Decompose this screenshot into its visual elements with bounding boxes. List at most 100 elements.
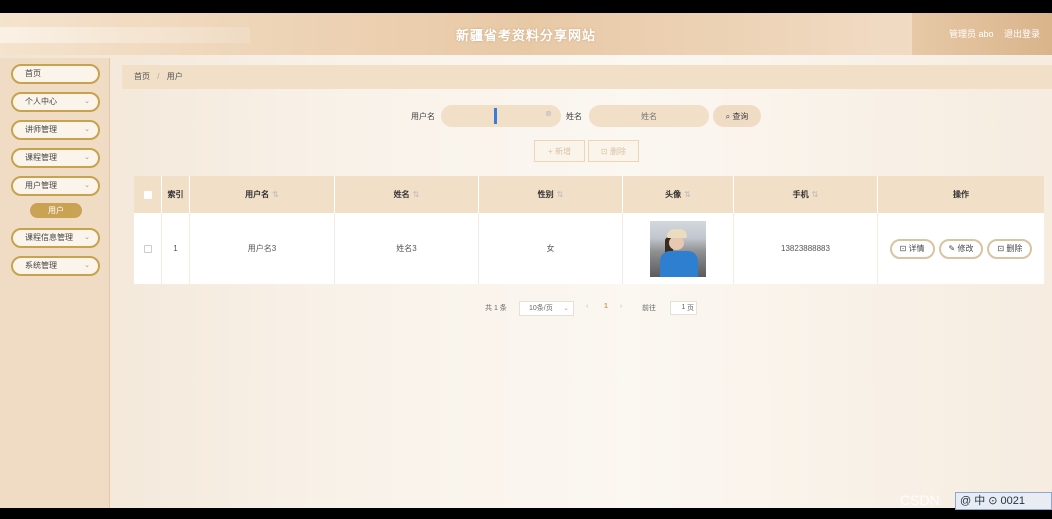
cell-avatar	[623, 213, 734, 284]
sidebar-subitem-users[interactable]: 用户	[30, 203, 82, 218]
select-all-checkbox[interactable]	[143, 190, 152, 199]
sort-icon[interactable]: ⇅	[684, 190, 691, 199]
search-icon: ⌕	[725, 111, 731, 121]
table-header: 索引 用户名 ⇅ 姓名 ⇅ 性别 ⇅ 头像 ⇅ 手机 ⇅ 操作	[134, 176, 1044, 213]
avatar-hat	[667, 228, 687, 238]
sidebar-item-label: 课程信息管理	[25, 233, 73, 242]
delete-button-label: 删除	[609, 146, 626, 156]
column-header-label: 姓名	[393, 190, 410, 199]
watermark: CSDN	[900, 492, 940, 508]
avatar-face	[669, 235, 684, 250]
breadcrumb-separator: /	[157, 72, 160, 81]
user-label: 管理员 abo	[948, 29, 994, 39]
next-page-icon[interactable]: ›	[620, 303, 622, 310]
chevron-down-icon: ⌄	[84, 126, 90, 133]
trash-icon: ⊡	[601, 146, 608, 156]
pagination-total: 共 1 条	[485, 305, 507, 312]
sort-icon[interactable]: ⇅	[272, 190, 279, 199]
add-button-label: 新增	[554, 146, 571, 156]
chevron-down-icon: ⌄	[563, 305, 569, 312]
sidebar-item-course-info-management[interactable]: 课程信息管理 ⌄	[11, 228, 100, 248]
chevron-down-icon: ⌄	[84, 98, 90, 105]
page-unit-label: 页	[687, 305, 694, 312]
page-size-value: 10条/页	[529, 305, 553, 312]
cell-name: 姓名3	[335, 213, 479, 284]
sidebar-item-lecturer-management[interactable]: 讲师管理 ⌄	[11, 120, 100, 140]
plus-icon: +	[548, 146, 553, 156]
chevron-down-icon: ⌄	[84, 234, 90, 241]
column-header-name[interactable]: 姓名 ⇅	[335, 176, 479, 213]
name-input[interactable]	[589, 105, 709, 127]
column-header-avatar[interactable]: 头像 ⇅	[623, 176, 734, 213]
goto-label: 前往	[642, 305, 656, 312]
sidebar-item-home[interactable]: 首页	[11, 64, 100, 84]
column-header-actions: 操作	[953, 190, 969, 199]
detail-icon: ⊡	[899, 244, 907, 253]
column-header-phone[interactable]: 手机 ⇅	[734, 176, 878, 213]
system-tray: @ 中 ⊙ 0021	[955, 492, 1052, 510]
chevron-down-icon: ⌄	[84, 182, 90, 189]
column-header-label: 头像	[665, 190, 682, 199]
sidebar-item-label: 讲师管理	[25, 125, 57, 134]
header: 新疆省考资料分享网站 管理员 abo 退出登录	[0, 13, 1052, 55]
column-header-label: 性别	[537, 190, 554, 199]
cell-index: 1	[162, 213, 190, 284]
sidebar-item-label: 个人中心	[25, 97, 57, 106]
username-label: 用户名	[411, 112, 435, 121]
sidebar: 首页 个人中心 ⌄ 讲师管理 ⌄ 课程管理 ⌄ 用户管理 ⌄ 用户 课程信息管理…	[0, 58, 110, 508]
sidebar-item-user-management[interactable]: 用户管理 ⌄	[11, 176, 100, 196]
column-header-label: 手机	[792, 190, 809, 199]
chevron-down-icon: ⌄	[84, 154, 90, 161]
row-delete-button[interactable]: ⊡ 删除	[987, 238, 1033, 259]
column-header-username[interactable]: 用户名 ⇅	[190, 176, 335, 213]
column-header-label: 用户名	[245, 190, 270, 199]
chevron-down-icon: ⌄	[84, 262, 90, 269]
breadcrumb-current: 用户	[166, 72, 183, 81]
cell-username: 用户名3	[190, 213, 335, 284]
row-delete-button-label: 删除	[1006, 244, 1023, 253]
cell-phone: 13823888883	[734, 213, 878, 284]
avatar[interactable]	[650, 220, 706, 277]
site-title: 新疆省考资料分享网站	[455, 28, 596, 43]
cell-actions: ⊡ 详情 ✎ 修改 ⊡ 删除	[878, 213, 1044, 284]
column-header-gender[interactable]: 性别 ⇅	[479, 176, 623, 213]
header-select-all[interactable]	[134, 176, 162, 213]
sidebar-item-label: 首页	[25, 69, 41, 78]
row-select-cell[interactable]	[134, 213, 162, 284]
delete-button[interactable]: ⊡ 删除	[588, 140, 639, 162]
name-label: 姓名	[566, 112, 582, 121]
breadcrumb-home[interactable]: 首页	[134, 72, 150, 81]
app-frame: 新疆省考资料分享网站 管理员 abo 退出登录 首页 个人中心 ⌄ 讲师管理 ⌄…	[0, 13, 1052, 508]
sort-icon[interactable]: ⇅	[413, 190, 420, 199]
add-button[interactable]: + 新增	[534, 140, 585, 162]
sort-icon[interactable]: ⇅	[812, 190, 819, 199]
sidebar-item-label: 系统管理	[25, 261, 57, 270]
sidebar-item-system-management[interactable]: 系统管理 ⌄	[11, 256, 100, 276]
logout-link[interactable]: 退出登录	[1004, 29, 1040, 39]
edit-button[interactable]: ✎ 修改	[938, 238, 984, 259]
trash-icon: ⊡	[997, 244, 1005, 253]
text-cursor	[494, 108, 497, 124]
detail-button[interactable]: ⊡ 详情	[889, 238, 935, 259]
page-number-current[interactable]: 1	[604, 303, 608, 310]
breadcrumb: 首页 / 用户	[122, 65, 1052, 89]
sidebar-item-label: 课程管理	[25, 153, 57, 162]
avatar-body	[660, 250, 698, 277]
sort-icon[interactable]: ⇅	[557, 190, 564, 199]
edit-icon: ✎	[948, 244, 956, 253]
clear-icon[interactable]: ⊗	[545, 109, 552, 118]
sidebar-item-label: 用户管理	[25, 181, 57, 190]
username-input[interactable]	[441, 105, 561, 127]
page-size-select[interactable]: 10条/页 ⌄	[519, 301, 574, 316]
search-button-label: 查询	[732, 111, 749, 121]
column-header-index: 索引	[162, 176, 190, 213]
prev-page-icon[interactable]: ‹	[586, 303, 588, 310]
user-info: 管理员 abo 退出登录	[941, 27, 1040, 40]
sidebar-item-personal-center[interactable]: 个人中心 ⌄	[11, 92, 100, 112]
edit-button-label: 修改	[957, 244, 974, 253]
search-button[interactable]: ⌕ 查询	[713, 105, 761, 127]
sidebar-item-course-management[interactable]: 课程管理 ⌄	[11, 148, 100, 168]
detail-button-label: 详情	[908, 244, 925, 253]
user-table: 索引 用户名 ⇅ 姓名 ⇅ 性别 ⇅ 头像 ⇅ 手机 ⇅ 操作 1 用户名3 姓…	[134, 176, 1044, 284]
row-checkbox[interactable]	[143, 244, 152, 253]
